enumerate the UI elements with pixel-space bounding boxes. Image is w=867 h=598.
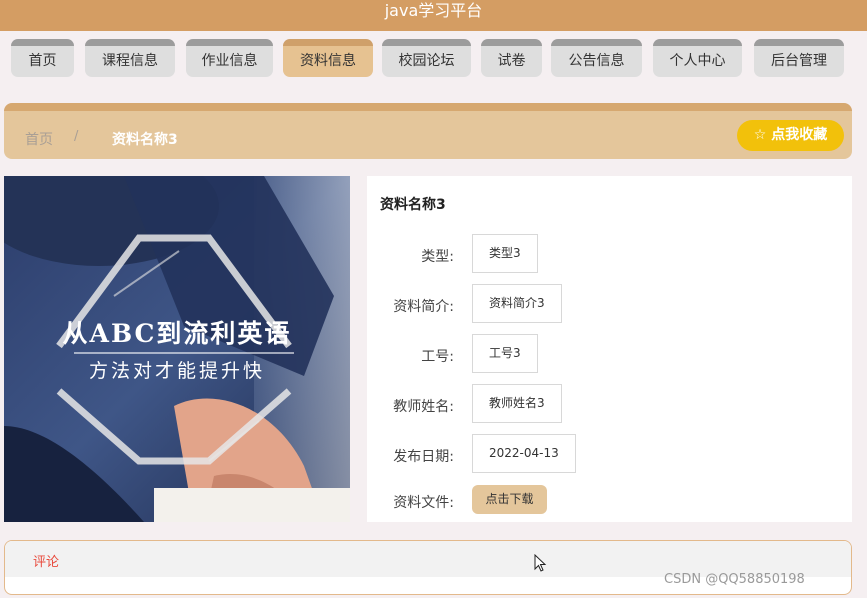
- field-value-staff-id: 工号3: [472, 334, 538, 373]
- nav-item-materials[interactable]: 资料信息: [283, 39, 373, 77]
- field-value-intro: 资料简介3: [472, 284, 562, 323]
- mouse-cursor-icon: [534, 554, 547, 572]
- nav-item-exams[interactable]: 试卷: [481, 39, 542, 77]
- app-title: java学习平台: [384, 1, 483, 20]
- breadcrumb-current: 资料名称3: [112, 132, 178, 148]
- download-button[interactable]: 点击下载: [472, 485, 547, 514]
- breadcrumb-home[interactable]: 首页: [25, 129, 53, 149]
- favorite-button[interactable]: ☆ 点我收藏: [737, 120, 844, 151]
- nav-item-homework[interactable]: 作业信息: [186, 39, 273, 77]
- field-label-file: 资料文件:: [393, 495, 454, 511]
- nav-item-admin[interactable]: 后台管理: [754, 39, 844, 77]
- field-value-teacher: 教师姓名3: [472, 384, 562, 423]
- watermark: CSDN @QQ58850198: [664, 572, 805, 587]
- field-label-type: 类型:: [421, 249, 454, 265]
- field-label-date: 发布日期:: [393, 449, 454, 465]
- field-value-date: 2022-04-13: [472, 434, 576, 473]
- cover-subtitle: 方法对才能提升快: [88, 360, 265, 382]
- nav-item-courses[interactable]: 课程信息: [85, 39, 175, 77]
- nav-item-home[interactable]: 首页: [11, 39, 74, 77]
- main-nav: 首页 课程信息 作业信息 资料信息 校园论坛 试卷 公告信息 个人中心 后台管理: [0, 39, 867, 79]
- material-title: 资料名称3: [380, 197, 446, 213]
- nav-item-profile[interactable]: 个人中心: [653, 39, 742, 77]
- field-label-intro: 资料简介:: [393, 299, 454, 315]
- breadcrumb: 首页 / 资料名称3 ☆ 点我收藏: [4, 103, 852, 159]
- app-header: java学习平台: [0, 0, 867, 31]
- field-label-teacher: 教师姓名:: [393, 399, 454, 415]
- nav-item-notices[interactable]: 公告信息: [551, 39, 642, 77]
- material-cover-image: 从ABC到流利英语 方法对才能提升快: [4, 176, 350, 522]
- tab-comment[interactable]: 评论: [33, 551, 59, 570]
- breadcrumb-separator: /: [74, 129, 79, 144]
- nav-item-forum[interactable]: 校园论坛: [382, 39, 471, 77]
- cover-title: 从ABC到流利英语: [62, 319, 292, 348]
- field-value-type: 类型3: [472, 234, 538, 273]
- field-label-staff-id: 工号:: [421, 349, 454, 365]
- material-detail-panel: 资料名称3 类型: 类型3 资料简介: 资料简介3 工号: 工号3 教师姓名: …: [367, 176, 852, 522]
